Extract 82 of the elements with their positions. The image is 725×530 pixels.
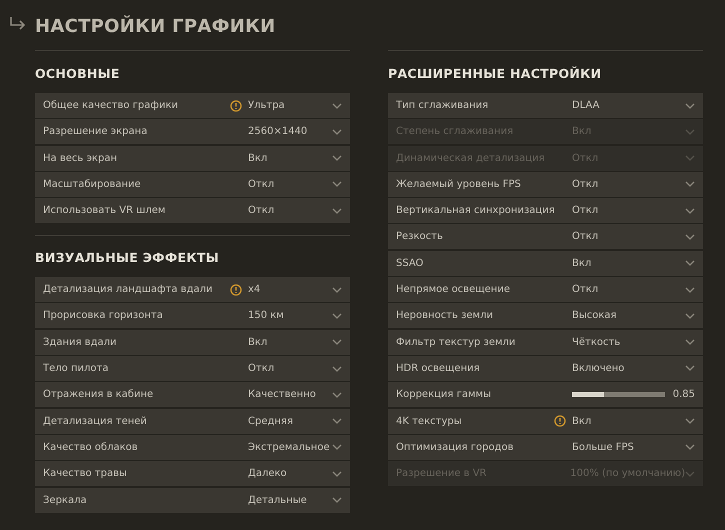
setting-row[interactable]: Резкость Откл: [388, 224, 703, 250]
setting-row[interactable]: 4K текстуры Вкл: [388, 408, 703, 434]
section-heading: ОСНОВНЫЕ: [35, 66, 121, 81]
setting-row[interactable]: Вертикальная синхронизация Откл: [388, 198, 703, 224]
setting-row[interactable]: Детализация ландшафта вдали x4: [35, 277, 350, 302]
setting-row[interactable]: Качество облаков Экстремальное: [35, 434, 350, 460]
setting-label: Коррекция гаммы: [396, 389, 491, 400]
setting-label: Масштабирование: [43, 178, 141, 190]
setting-value: DLAA: [572, 100, 600, 111]
setting-value: Вкл: [572, 416, 592, 427]
setting-value: Детальные: [248, 494, 308, 506]
setting-label: Разрешение экрана: [43, 126, 148, 138]
setting-row[interactable]: Качество травы Далеко: [35, 461, 350, 486]
setting-value: x4: [248, 284, 262, 296]
setting-row[interactable]: Зеркала Детальные: [35, 488, 350, 513]
setting-value: Включено: [572, 362, 626, 374]
setting-label: Качество травы: [43, 468, 127, 480]
setting-label: HDR освещения: [396, 362, 480, 374]
setting-label: Тип сглаживания: [396, 100, 488, 111]
setting-label: Резкость: [396, 231, 443, 242]
setting-row[interactable]: Масштабирование Откл: [35, 172, 350, 197]
setting-row[interactable]: Тело пилота Откл: [35, 356, 350, 382]
setting-label: Использовать VR шлем: [43, 205, 166, 216]
setting-row[interactable]: Тип сглаживания DLAA: [388, 93, 703, 118]
setting-label: На весь экран: [43, 152, 117, 164]
setting-value: Откл: [248, 178, 276, 190]
setting-value: Вкл: [248, 336, 268, 348]
setting-value: Экстремальное: [248, 442, 331, 453]
setting-label: Вертикальная синхронизация: [396, 205, 555, 216]
setting-label: SSAO: [396, 258, 424, 269]
setting-row[interactable]: Непрямое освещение Откл: [388, 277, 703, 302]
setting-label: Непрямое освещение: [396, 284, 510, 296]
setting-label: Детализация теней: [43, 416, 147, 427]
setting-value: 150 км: [248, 310, 285, 322]
setting-label: 4K текстуры: [396, 416, 462, 427]
setting-value: Средняя: [248, 416, 294, 427]
setting-row[interactable]: Использовать VR шлем Откл: [35, 198, 350, 224]
section-heading: ВИЗУАЛЬНЫЕ ЭФФЕКТЫ: [35, 250, 220, 266]
setting-value: Откл: [572, 205, 600, 216]
setting-row[interactable]: Отражения в кабине Качественно: [35, 382, 350, 408]
setting-label: Фильтр текстур земли: [396, 336, 516, 348]
setting-row[interactable]: Общее качество графики Ультра: [35, 93, 350, 118]
setting-value: Ультра: [248, 100, 286, 111]
setting-label: Качество облаков: [43, 442, 138, 453]
setting-value: Откл: [572, 284, 600, 296]
page-title: НАСТРОЙКИ ГРАФИКИ: [35, 16, 276, 36]
setting-value: Вкл: [248, 152, 268, 164]
setting-value: Откл: [572, 178, 600, 190]
setting-row[interactable]: SSAO Вкл: [388, 250, 703, 276]
setting-value: Качественно: [248, 389, 317, 400]
setting-row[interactable]: Разрешение экрана 2560×1440: [35, 119, 350, 144]
setting-label: Неровность земли: [396, 310, 493, 322]
setting-label: Желаемый уровень FPS: [396, 178, 521, 190]
setting-label: Оптимизация городов: [396, 442, 514, 453]
setting-value: Откл: [248, 363, 276, 374]
setting-row[interactable]: Коррекция гаммы 0.85: [388, 382, 703, 408]
setting-value: Вкл: [572, 258, 592, 269]
setting-row[interactable]: HDR освещения Включено: [388, 356, 703, 381]
setting-label: Отражения в кабине: [43, 389, 154, 400]
setting-value: Откл: [572, 231, 600, 242]
setting-row[interactable]: Желаемый уровень FPS Откл: [388, 172, 703, 197]
setting-value: Чёткость: [572, 336, 622, 348]
setting-row[interactable]: Фильтр текстур земли Чёткость: [388, 330, 703, 355]
setting-row[interactable]: На весь экран Вкл: [35, 146, 350, 171]
setting-value: 2560×1440: [248, 126, 308, 138]
setting-value: Откл: [248, 205, 276, 216]
section-heading: РАСШИРЕННЫЕ НАСТРОЙКИ: [388, 66, 602, 81]
setting-row[interactable]: Прорисовка горизонта 150 км: [35, 303, 350, 328]
setting-row[interactable]: Оптимизация городов Больше FPS: [388, 434, 703, 460]
setting-value: Далеко: [248, 468, 288, 480]
setting-label: Детализация ландшафта вдали: [43, 284, 213, 296]
setting-label: Здания вдали: [43, 336, 117, 348]
setting-value: Высокая: [572, 310, 618, 322]
setting-label: Зеркала: [43, 494, 87, 506]
setting-row[interactable]: Детализация теней Средняя: [35, 408, 350, 434]
setting-row[interactable]: Здания вдали Вкл: [35, 330, 350, 355]
slider-reading: 0.85: [672, 389, 695, 400]
setting-label: Общее качество графики: [43, 100, 178, 111]
setting-value: Больше FPS: [572, 442, 635, 453]
setting-label: Прорисовка горизонта: [43, 310, 163, 322]
setting-label: Тело пилота: [43, 363, 108, 374]
setting-row[interactable]: Неровность земли Высокая: [388, 303, 703, 328]
